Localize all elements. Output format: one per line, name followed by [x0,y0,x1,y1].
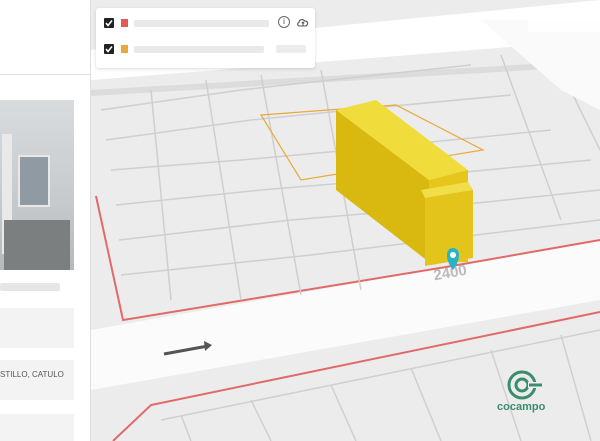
panel-divider [0,74,90,75]
logo-text: cocampo [497,401,546,413]
photo-window [18,155,50,207]
info-row [0,360,74,400]
layer-name [134,46,264,53]
photo-gate [4,220,70,270]
info-icon[interactable]: i [278,16,290,28]
check-icon [105,20,113,27]
address-text: STILLO, CATULO [0,370,64,379]
layer-action[interactable] [276,45,306,53]
layer-checkbox[interactable] [104,18,114,28]
layer-row[interactable]: i [96,13,315,35]
layer-color-swatch [121,45,128,53]
info-row [0,414,74,441]
info-row [0,308,74,348]
layer-color-swatch [121,19,128,27]
info-panel: STILLO, CATULO [0,0,91,441]
cloud-upload-icon[interactable] [296,16,310,28]
layer-name [134,20,269,27]
map-control[interactable] [528,10,600,32]
layer-checkbox[interactable] [104,44,114,54]
blurred-label [0,283,60,291]
layer-row[interactable] [96,39,315,61]
layer-panel: i [96,8,315,68]
check-icon [105,46,113,53]
street-photo[interactable] [0,100,74,270]
